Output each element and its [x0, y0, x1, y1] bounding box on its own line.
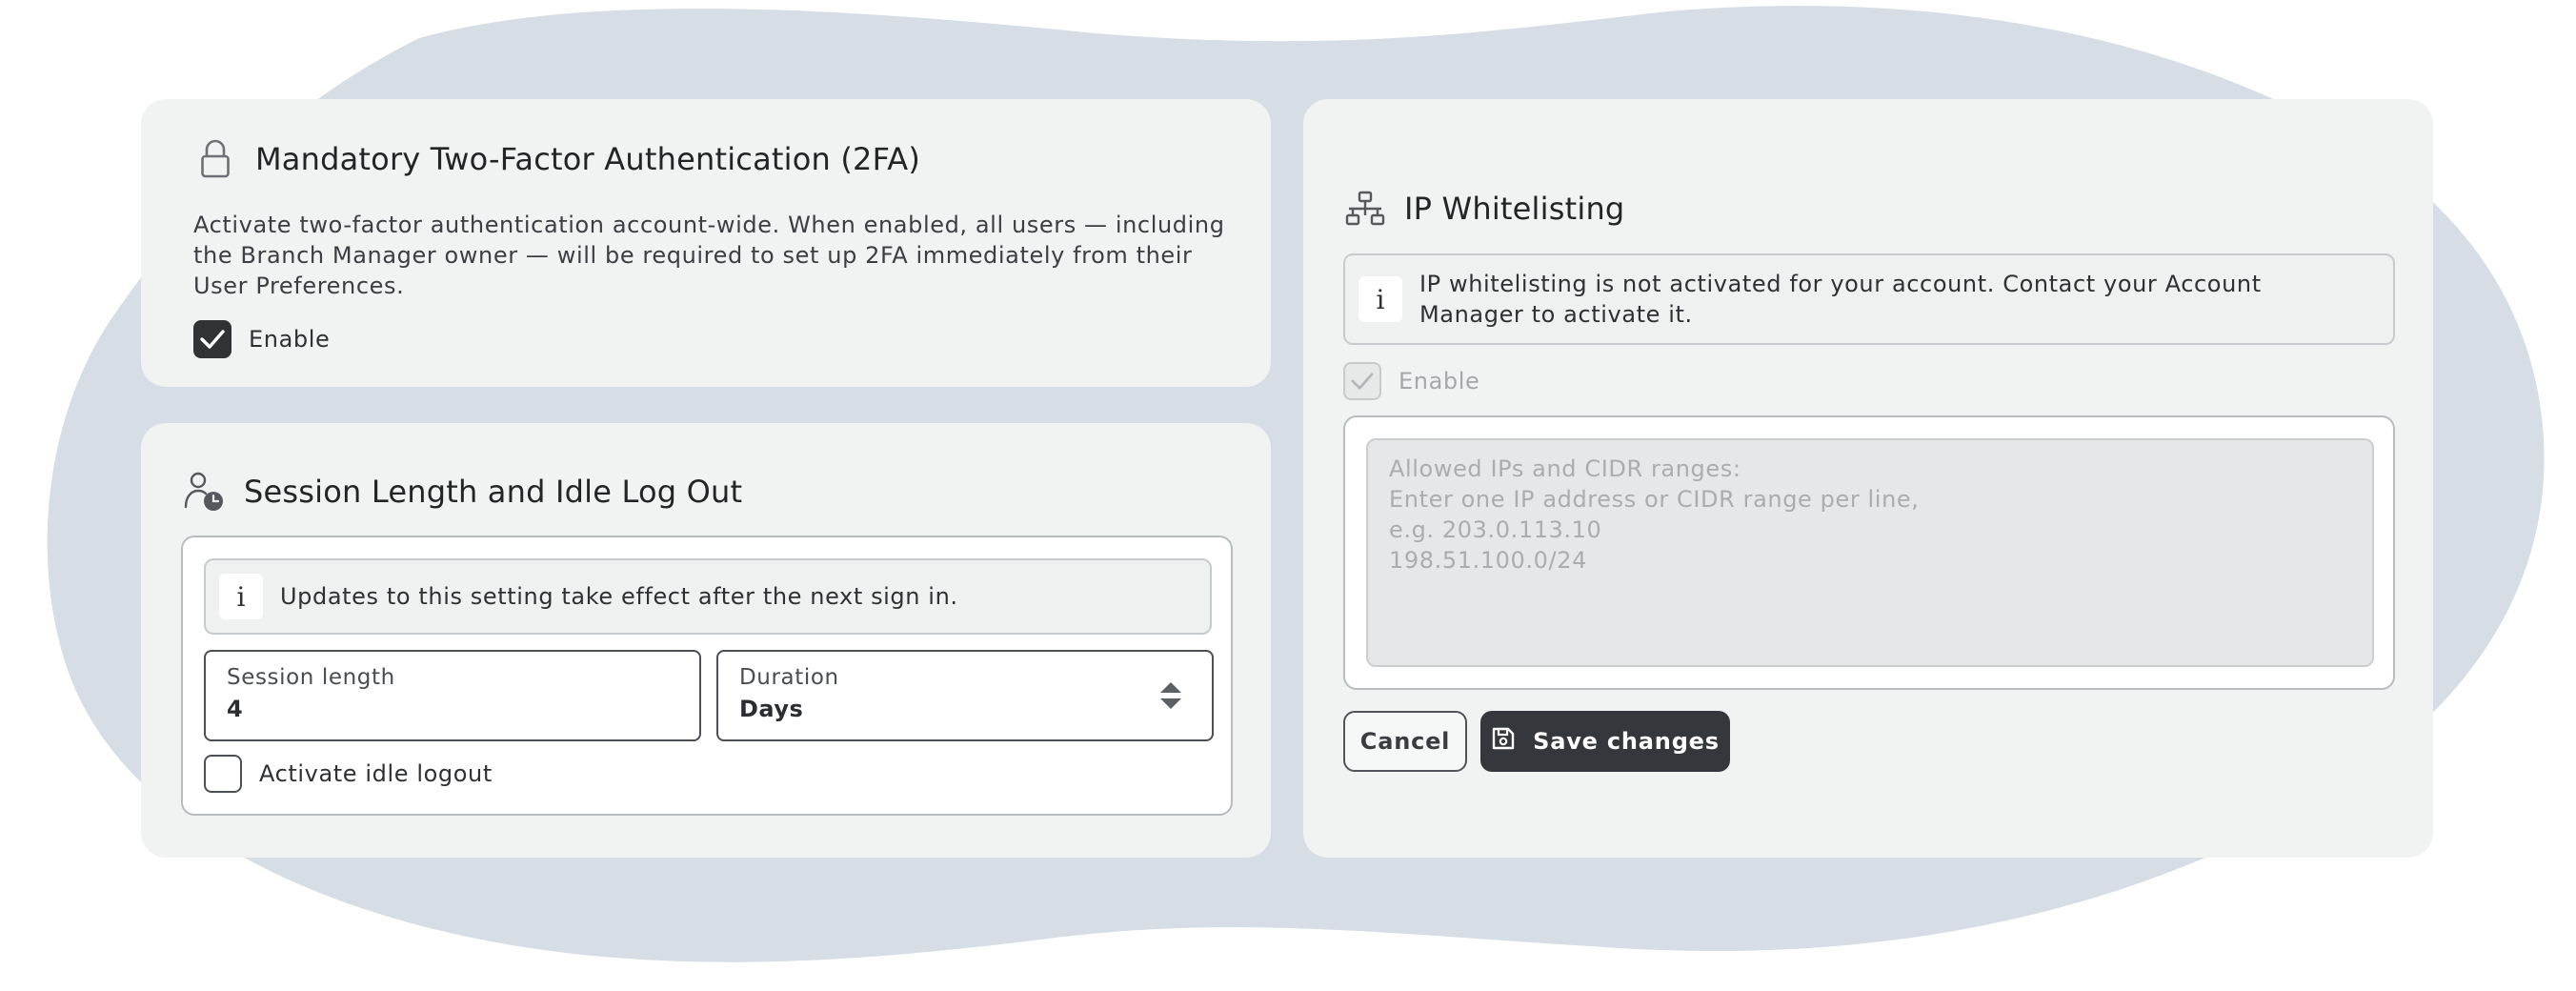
mfa-card: Mandatory Two-Factor Authentication (2FA…	[141, 99, 1271, 387]
mfa-description: Activate two-factor authentication accou…	[193, 212, 1225, 299]
session-length-value[interactable]: 4	[227, 696, 243, 722]
ip-ranges-panel: Allowed IPs and CIDR ranges: Enter one I…	[1343, 415, 2395, 690]
ip-enable-label: Enable	[1399, 368, 1480, 394]
session-card: Session Length and Idle Log Out i Update…	[141, 423, 1271, 858]
ip-info-text: IP whitelisting is not activated for you…	[1419, 271, 2262, 328]
mfa-enable-checkbox[interactable]	[193, 320, 231, 358]
ip-title: IP Whitelisting	[1404, 191, 1625, 227]
duration-value: Days	[739, 696, 804, 722]
mfa-enable-row[interactable]: Enable	[193, 320, 330, 358]
session-length-label: Session length	[227, 665, 395, 690]
sort-arrows-icon	[1158, 680, 1183, 715]
network-icon	[1345, 191, 1385, 227]
checkmark-icon	[1351, 373, 1374, 390]
mfa-title: Mandatory Two-Factor Authentication (2FA…	[255, 141, 921, 177]
ip-info-box: i IP whitelisting is not activated for y…	[1343, 253, 2395, 345]
security-settings-page: Mandatory Two-Factor Authentication (2FA…	[0, 0, 2576, 991]
lock-icon	[200, 139, 231, 179]
session-title: Session Length and Idle Log Out	[244, 474, 743, 510]
ip-enable-row: Enable	[1343, 362, 1479, 400]
session-settings-panel: i Updates to this setting take effect af…	[181, 536, 1233, 816]
duration-select[interactable]: Duration Days	[716, 650, 1214, 741]
duration-label: Duration	[739, 665, 839, 690]
ip-enable-checkbox	[1343, 362, 1381, 400]
checkmark-icon	[200, 330, 225, 349]
session-info-text: Updates to this setting take effect afte…	[280, 583, 958, 610]
idle-logout-label: Activate idle logout	[259, 760, 493, 787]
save-changes-button[interactable]: Save changes	[1480, 711, 1730, 772]
session-info-box: i Updates to this setting take effect af…	[204, 558, 1212, 635]
save-icon	[1491, 726, 1516, 757]
cancel-button[interactable]: Cancel	[1343, 711, 1467, 772]
session-length-field[interactable]: Session length 4	[204, 650, 701, 741]
idle-logout-row[interactable]: Activate idle logout	[204, 755, 493, 793]
user-clock-icon	[183, 471, 225, 513]
info-icon: i	[1358, 276, 1402, 322]
idle-logout-checkbox[interactable]	[204, 755, 242, 793]
info-icon: i	[219, 574, 263, 619]
mfa-enable-label: Enable	[249, 326, 331, 353]
ip-ranges-textarea: Allowed IPs and CIDR ranges: Enter one I…	[1366, 438, 2374, 667]
ip-whitelisting-card: IP Whitelisting i IP whitelisting is not…	[1303, 99, 2433, 858]
save-label: Save changes	[1533, 728, 1720, 755]
